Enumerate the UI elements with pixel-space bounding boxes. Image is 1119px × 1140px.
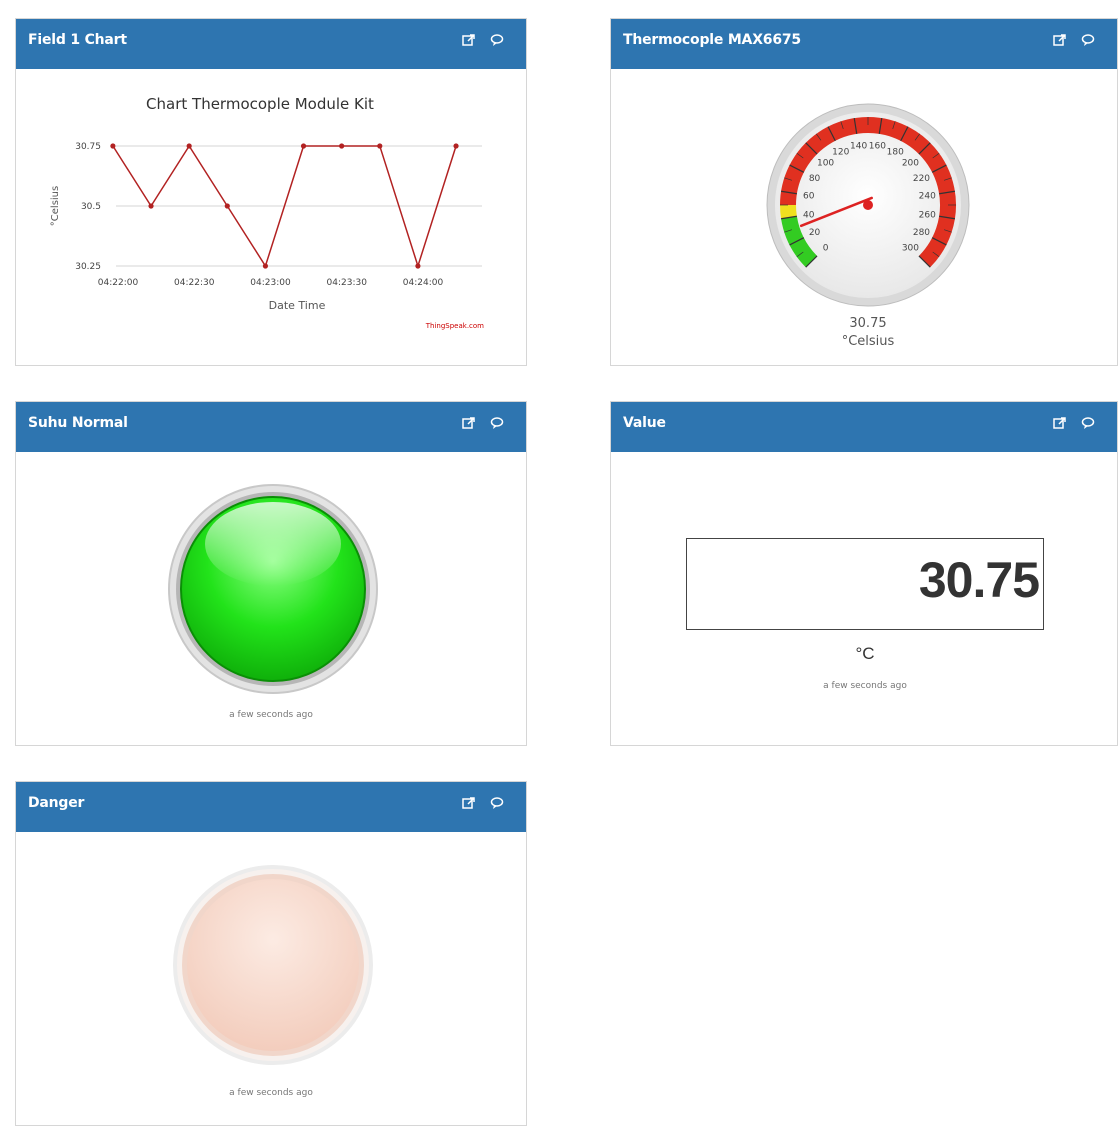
- external-link-icon[interactable]: [462, 796, 476, 810]
- gauge-tick-label: 80: [809, 174, 821, 184]
- gauge-tick-label: 280: [913, 228, 930, 238]
- numeric-value: 30.75: [918, 552, 1040, 608]
- comment-icon[interactable]: [490, 416, 504, 430]
- comment-icon[interactable]: [1081, 33, 1095, 47]
- status-lamp-on: [168, 484, 378, 694]
- data-point[interactable]: [339, 143, 345, 149]
- external-link-icon[interactable]: [1053, 33, 1067, 47]
- last-updated: a few seconds ago: [229, 710, 313, 720]
- external-link-icon[interactable]: [462, 33, 476, 47]
- data-point[interactable]: [262, 263, 269, 269]
- gauge-tick-label: 220: [913, 174, 930, 184]
- x-tick-label: 04:22:00: [98, 278, 139, 288]
- gauge-unit: °Celsius: [842, 334, 895, 349]
- widget-value: Value 30.75 °C a few seconds ago: [610, 401, 1118, 746]
- line-chart: Chart Thermocople Module Kit 30.25 30.5 30…: [50, 95, 484, 330]
- data-point[interactable]: [300, 143, 307, 149]
- widget-title: Suhu Normal: [28, 415, 128, 431]
- data-point[interactable]: [224, 203, 230, 209]
- x-axis-label: Date Time: [269, 299, 326, 312]
- y-tick-label: 30.25: [75, 262, 101, 272]
- gauge-tick-label: 60: [803, 192, 815, 202]
- status-lamp-off: [173, 865, 373, 1065]
- data-point[interactable]: [453, 143, 459, 149]
- widget-header: Thermocople MAX6675: [611, 19, 1117, 69]
- widget-thermocople-gauge: Thermocople MAX6675 0 20 40 60 80 100 120 140 16…: [610, 18, 1118, 366]
- gauge-tick-label: 40: [803, 210, 815, 220]
- gauge-band: [780, 204, 797, 219]
- comment-icon[interactable]: [490, 796, 504, 810]
- external-link-icon[interactable]: [462, 416, 476, 430]
- data-point[interactable]: [148, 203, 154, 209]
- gauge-tick-label: 160: [869, 142, 886, 152]
- x-tick-label: 04:24:00: [403, 278, 444, 288]
- widget-header: Field 1 Chart: [16, 19, 526, 69]
- data-point[interactable]: [415, 263, 421, 269]
- gauge-tick-label: 140: [850, 142, 867, 152]
- comment-icon[interactable]: [490, 33, 504, 47]
- gauge-tick-label: 20: [809, 228, 821, 238]
- y-tick-label: 30.75: [75, 142, 101, 152]
- y-tick-label: 30.5: [81, 202, 101, 212]
- gauge: 020 40 60 80 100120140 160180200 220 240 260 280 3…: [766, 103, 970, 349]
- gauge-tick-label: 200: [902, 159, 919, 169]
- gauge-value: 30.75: [849, 316, 886, 331]
- last-updated: a few seconds ago: [823, 681, 907, 691]
- widget-suhu-normal: Suhu Normal a few seconds ago: [15, 401, 527, 746]
- gauge-tick-label: 300: [902, 243, 919, 253]
- comment-icon[interactable]: [1081, 416, 1095, 430]
- y-axis-label: °Celsius: [50, 186, 61, 226]
- data-point[interactable]: [377, 143, 383, 149]
- chart-credit[interactable]: ThingSpeak.com: [425, 322, 484, 330]
- numeric-unit: °C: [855, 644, 875, 663]
- gauge-tick-label: 240: [919, 192, 936, 202]
- widget-title: Danger: [28, 795, 85, 811]
- gauge-tick-label: 180: [887, 148, 904, 158]
- gauge-tick-label: 120: [832, 148, 849, 158]
- widget-title: Thermocople MAX6675: [623, 32, 801, 48]
- data-point[interactable]: [110, 143, 116, 149]
- widget-danger: Danger a few seconds ago: [15, 781, 527, 1126]
- gauge-tick-label: 260: [919, 210, 936, 220]
- chart-title: Chart Thermocople Module Kit: [146, 95, 374, 113]
- last-updated: a few seconds ago: [229, 1088, 313, 1098]
- data-point[interactable]: [186, 143, 192, 149]
- gauge-hub: [863, 200, 873, 210]
- widget-header: Suhu Normal: [16, 402, 526, 452]
- external-link-icon[interactable]: [1053, 416, 1067, 430]
- numeric-display: 30.75: [686, 538, 1044, 630]
- x-tick-label: 04:23:30: [327, 278, 368, 288]
- widget-title: Value: [623, 415, 666, 431]
- gauge-tick-label: 100: [817, 159, 834, 169]
- widget-field-1-chart: Field 1 Chart Chart Thermocople Module K…: [15, 18, 527, 366]
- gauge-tick-label: 0: [823, 243, 829, 253]
- x-tick-label: 04:23:00: [250, 278, 291, 288]
- widget-header: Danger: [16, 782, 526, 832]
- widget-header: Value: [611, 402, 1117, 452]
- x-tick-label: 04:22:30: [174, 278, 215, 288]
- widget-title: Field 1 Chart: [28, 32, 127, 48]
